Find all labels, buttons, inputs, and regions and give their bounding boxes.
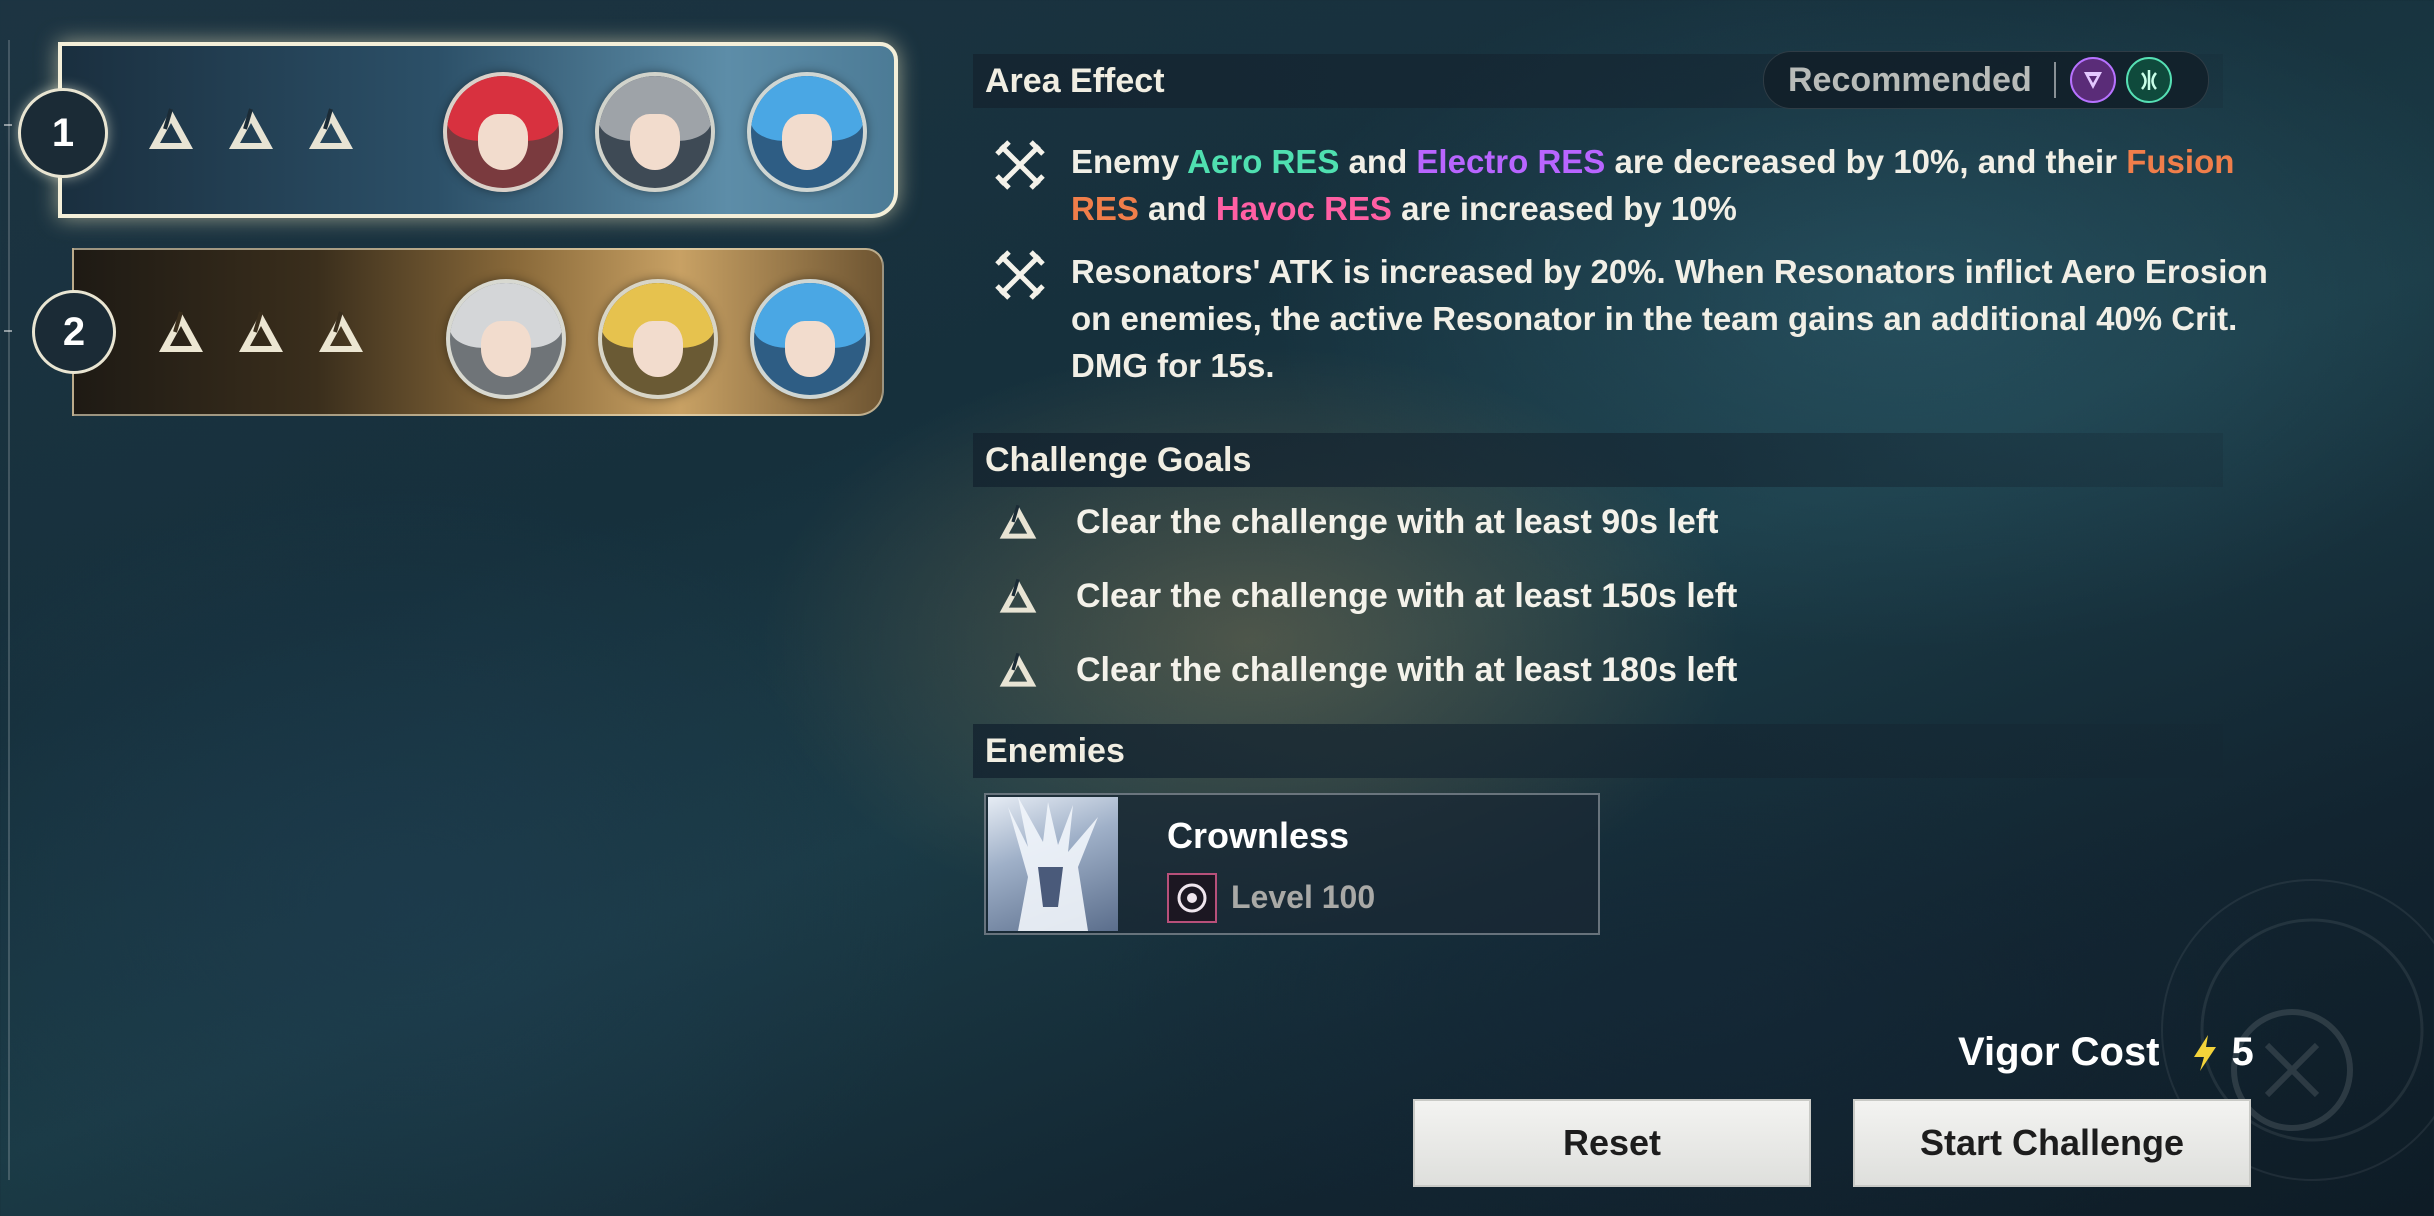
rail-tick bbox=[4, 330, 12, 332]
character-portrait[interactable] bbox=[750, 279, 870, 399]
team-1-portraits bbox=[443, 72, 867, 192]
team-number-badge[interactable]: 1 bbox=[18, 88, 108, 178]
enemy-portrait bbox=[988, 797, 1118, 931]
triangle-star-icon bbox=[319, 311, 363, 352]
area-effect-text: Enemy Aero RES and Electro RES are decre… bbox=[1071, 138, 2301, 232]
triangle-star-icon bbox=[159, 311, 203, 352]
team-list-rail bbox=[8, 40, 10, 1180]
team-2-portraits bbox=[446, 279, 870, 399]
element-keyword: Electro RES bbox=[1416, 143, 1606, 180]
element-keyword: Aero RES bbox=[1187, 143, 1340, 180]
effect-text-segment: Resonators' ATK is increased by 20%. Whe… bbox=[1071, 253, 2268, 384]
goal-text: Clear the challenge with at least 90s le… bbox=[1076, 502, 1719, 541]
enemy-name: Crownless bbox=[1167, 815, 1350, 856]
start-challenge-button[interactable]: Start Challenge bbox=[1853, 1099, 2251, 1187]
team-stars bbox=[145, 105, 357, 153]
triangle-star-icon bbox=[999, 652, 1037, 687]
vigor-value: 5 bbox=[2231, 1030, 2254, 1074]
challenge-goal: Clear the challenge with at least 150s l… bbox=[996, 576, 1737, 616]
rail-tick bbox=[4, 124, 12, 126]
area-effect-item: Resonators' ATK is increased by 20%. Whe… bbox=[993, 248, 2301, 389]
goal-text: Clear the challenge with at least 180s l… bbox=[1076, 650, 1738, 689]
character-portrait[interactable] bbox=[747, 72, 867, 192]
crossed-swords-icon bbox=[995, 140, 1045, 190]
triangle-star-icon bbox=[309, 108, 353, 149]
effect-text-segment: and bbox=[1138, 190, 1216, 227]
area-effect-text: Resonators' ATK is increased by 20%. Whe… bbox=[1071, 248, 2301, 389]
section-title: Challenge Goals bbox=[985, 440, 1252, 479]
character-portrait[interactable] bbox=[598, 279, 718, 399]
effect-text-segment: are decreased by 10%, and their bbox=[1605, 143, 2127, 180]
effect-text-segment: and bbox=[1339, 143, 1417, 180]
team-number: 1 bbox=[51, 110, 75, 155]
enemy-level: Level 100 bbox=[1231, 879, 1376, 915]
effect-text-segment: Enemy bbox=[1071, 143, 1188, 180]
divider bbox=[2053, 62, 2056, 98]
triangle-star-icon bbox=[999, 504, 1037, 539]
effect-text-segment: are increased by 10% bbox=[1391, 190, 1737, 227]
enemies-header: Enemies bbox=[973, 724, 2223, 778]
triangle-star-icon bbox=[239, 311, 283, 352]
element-keyword: Havoc RES bbox=[1215, 190, 1392, 227]
vigor-label: Vigor Cost bbox=[1958, 1030, 2160, 1074]
area-effect-item: Enemy Aero RES and Electro RES are decre… bbox=[993, 138, 2301, 232]
team-number-badge[interactable]: 2 bbox=[32, 290, 116, 374]
section-title: Area Effect bbox=[985, 61, 1165, 100]
challenge-goal: Clear the challenge with at least 90s le… bbox=[996, 502, 1718, 542]
recommended-label: Recommended bbox=[1788, 60, 2032, 99]
triangle-star-icon bbox=[999, 578, 1037, 613]
enemy-card[interactable]: Crownless Level 100 bbox=[984, 793, 1600, 935]
team-number: 2 bbox=[62, 309, 86, 354]
recommended-elements: Recommended bbox=[1763, 51, 2209, 109]
challenge-goal: Clear the challenge with at least 180s l… bbox=[996, 650, 1737, 690]
havoc-element-icon bbox=[1167, 873, 1217, 923]
character-portrait[interactable] bbox=[443, 72, 563, 192]
reset-button[interactable]: Reset bbox=[1413, 1099, 1811, 1187]
aero-element-icon[interactable] bbox=[2125, 57, 2172, 103]
lightning-bolt-icon bbox=[2193, 1034, 2216, 1071]
team-stars bbox=[155, 308, 367, 356]
character-portrait[interactable] bbox=[446, 279, 566, 399]
vigor-cost: Vigor Cost 5 bbox=[1958, 1030, 2254, 1075]
crossed-swords-icon bbox=[995, 250, 1045, 300]
triangle-star-icon bbox=[229, 108, 273, 149]
triangle-star-icon bbox=[149, 108, 193, 149]
goal-text: Clear the challenge with at least 150s l… bbox=[1076, 576, 1738, 615]
section-title: Enemies bbox=[985, 731, 1125, 770]
character-portrait[interactable] bbox=[595, 72, 715, 192]
challenge-goals-header: Challenge Goals bbox=[973, 433, 2223, 487]
havoc-element-icon[interactable] bbox=[2069, 57, 2116, 103]
